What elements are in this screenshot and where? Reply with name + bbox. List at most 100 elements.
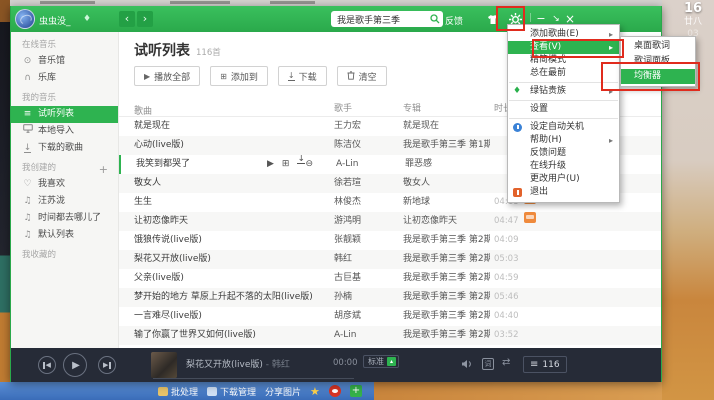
- menu-item-change-user[interactable]: 更改用户(U): [508, 173, 619, 186]
- playlist-icon: ≡: [22, 106, 33, 123]
- song-duration: 05:03: [494, 250, 519, 269]
- song-duration: 04:09: [494, 231, 519, 250]
- song-title: 输了你赢了世界又如何(live版): [134, 326, 330, 345]
- song-count: 116首: [196, 48, 221, 58]
- download-icon: ↓: [288, 71, 295, 81]
- album-art[interactable]: [151, 352, 177, 378]
- nav-forward-button[interactable]: ›: [137, 11, 153, 27]
- menu-item-label: 绿钻贵族: [530, 86, 566, 96]
- menu-item-feedback[interactable]: 反馈问题: [508, 147, 619, 160]
- song-title: 敬女人: [134, 174, 330, 193]
- search-input[interactable]: [331, 11, 427, 27]
- sidebar-item-downloaded-songs[interactable]: ↓ 下载的歌曲: [11, 140, 118, 157]
- clear-button[interactable]: 清空: [337, 66, 387, 86]
- toolbar-item-download-manager[interactable]: 下载管理: [207, 385, 256, 398]
- sidebar-item-music-library[interactable]: ∩ 乐库: [11, 70, 118, 87]
- song-album: 敬女人: [403, 174, 490, 193]
- song-title: 生生: [134, 193, 330, 212]
- menu-item-auto-shutdown[interactable]: 设定自动关机: [508, 121, 619, 134]
- trash-icon: [347, 71, 355, 82]
- sidebar-section-created-by-me: 我创建的 +: [11, 161, 118, 176]
- sidebar-item-playlist-2[interactable]: ♫ 时间都去哪儿了: [11, 210, 118, 227]
- menu-item-help[interactable]: 帮助(H) ▸: [508, 134, 619, 147]
- progress-bar[interactable]: [153, 378, 354, 379]
- menu-item-label: 添加歌曲(E): [530, 29, 579, 39]
- add-to-button[interactable]: ⊞ 添加到: [210, 66, 268, 86]
- song-album: 我是歌手第三季 第2期: [403, 326, 490, 345]
- user-avatar[interactable]: [15, 9, 35, 29]
- sidebar-item-my-favorites[interactable]: ♡ 我喜欢: [11, 176, 118, 193]
- song-artist: 游鸿明: [334, 212, 398, 231]
- menu-item-settings[interactable]: 设置: [508, 103, 619, 116]
- weibo-icon[interactable]: [329, 385, 341, 397]
- next-button[interactable]: ▶: [98, 356, 116, 374]
- menu-separator: [509, 100, 618, 101]
- menu-item-label: 总在最前: [530, 68, 566, 78]
- plus-icon[interactable]: +: [350, 385, 362, 397]
- background-mark: [170, 1, 230, 4]
- quality-selector[interactable]: 标准 ▴: [363, 355, 399, 368]
- submenu-arrow-icon: ▸: [609, 134, 613, 147]
- menu-item-online-update[interactable]: 在线升级: [508, 160, 619, 173]
- lyrics-icon[interactable]: 词: [482, 358, 494, 370]
- now-playing[interactable]: 梨花又开放(live版) - 韩红: [186, 357, 290, 370]
- remove-icon[interactable]: ⊖: [305, 155, 313, 174]
- table-row[interactable]: 饿狼传说(live版) 张靓颖 我是歌手第三季 第2期 04:09: [119, 231, 661, 250]
- download-icon: ↓: [22, 140, 33, 157]
- sidebar-item-audition-list[interactable]: ≡ 试听列表: [11, 106, 118, 123]
- sidebar-item-label: 下载的歌曲: [38, 140, 83, 157]
- sort-icon[interactable]: ⇅: [134, 104, 141, 113]
- table-row[interactable]: 一言难尽(live版) 胡彦斌 我是歌手第三季 第2期 04:40: [119, 307, 661, 326]
- mv-badge-icon[interactable]: [524, 212, 536, 223]
- table-row[interactable]: 让初恋像昨天 游鸿明 让初恋像昨天 04:47: [119, 212, 661, 231]
- sidebar-item-music-hall[interactable]: ⊙ 音乐馆: [11, 53, 118, 70]
- song-title: 让初恋像昨天: [134, 212, 330, 231]
- play-all-button[interactable]: ▶ 播放全部: [134, 66, 200, 86]
- add-to-icon[interactable]: ⊞: [282, 155, 290, 174]
- add-to-icon: ⊞: [220, 72, 227, 81]
- add-playlist-button[interactable]: +: [99, 162, 108, 177]
- background-toolbar: 批处理 下载管理 分享图片 ★ +: [0, 382, 374, 400]
- button-label: 添加到: [231, 70, 258, 83]
- nav-back-button[interactable]: ‹: [119, 11, 135, 27]
- play-button[interactable]: ▶: [63, 353, 87, 377]
- playlist-title: 试听列表: [134, 43, 190, 59]
- play-icon[interactable]: ▶: [267, 155, 274, 174]
- sidebar-item-playlist-1[interactable]: ♫ 汪苏泷: [11, 193, 118, 210]
- volume-icon[interactable]: [461, 359, 473, 372]
- song-artist: 韩红: [334, 250, 398, 269]
- submenu-item-desktop-lyrics[interactable]: 桌面歌词: [621, 39, 695, 54]
- column-artist[interactable]: 歌手: [334, 101, 352, 114]
- column-album[interactable]: 专辑: [403, 101, 421, 114]
- download-button[interactable]: ↓ 下载: [278, 66, 327, 86]
- feedback-link[interactable]: 反馈: [445, 14, 463, 27]
- toolbar-item-share-image[interactable]: 分享图片: [265, 385, 301, 398]
- search-icon[interactable]: [430, 14, 440, 24]
- heart-icon: ♡: [22, 176, 33, 193]
- table-row[interactable]: 梦开始的地方 草原上升起不落的太阳(live版) 孙楠 我是歌手第三季 第2期 …: [119, 288, 661, 307]
- table-row[interactable]: 父亲(live版) 古巨基 我是歌手第三季 第2期 04:59: [119, 269, 661, 288]
- username[interactable]: 虫虫没_: [39, 14, 71, 27]
- search-box[interactable]: [331, 11, 443, 27]
- playlist-actions: ▶ 播放全部 ⊞ 添加到 ↓ 下载 清空: [134, 66, 387, 86]
- diamond-icon: ♦: [513, 87, 522, 96]
- playlist-count: 116: [542, 360, 559, 370]
- toolbar-item-batch[interactable]: 批处理: [158, 385, 198, 398]
- menu-item-label: 帮助(H): [530, 135, 562, 145]
- table-row[interactable]: 输了你赢了世界又如何(live版) A-Lin 我是歌手第三季 第2期 03:5…: [119, 326, 661, 345]
- star-icon[interactable]: ★: [310, 386, 320, 397]
- sidebar-item-default-list[interactable]: ♫ 默认列表: [11, 227, 118, 244]
- menu-item-exit[interactable]: 退出: [508, 186, 619, 199]
- desktop-wallpaper-bottom: [374, 382, 662, 400]
- calendar-lunar-date: 廿八: [675, 16, 711, 28]
- song-album: 我是歌手第三季 第2期: [403, 269, 490, 288]
- table-row[interactable]: 梨花又开放(live版) 韩红 我是歌手第三季 第2期 05:03: [119, 250, 661, 269]
- playlist-toggle-button[interactable]: ≡ 116: [523, 356, 567, 373]
- play-order-icon[interactable]: ⇄: [502, 357, 510, 368]
- previous-button[interactable]: ◀: [38, 356, 56, 374]
- song-artist: 胡彦斌: [334, 307, 398, 326]
- song-album: 我是歌手第三季 第2期: [403, 307, 490, 326]
- sidebar-item-local-import[interactable]: 本地导入: [11, 123, 118, 140]
- song-album: 就是现在: [403, 117, 490, 136]
- song-album: 新地球: [403, 193, 490, 212]
